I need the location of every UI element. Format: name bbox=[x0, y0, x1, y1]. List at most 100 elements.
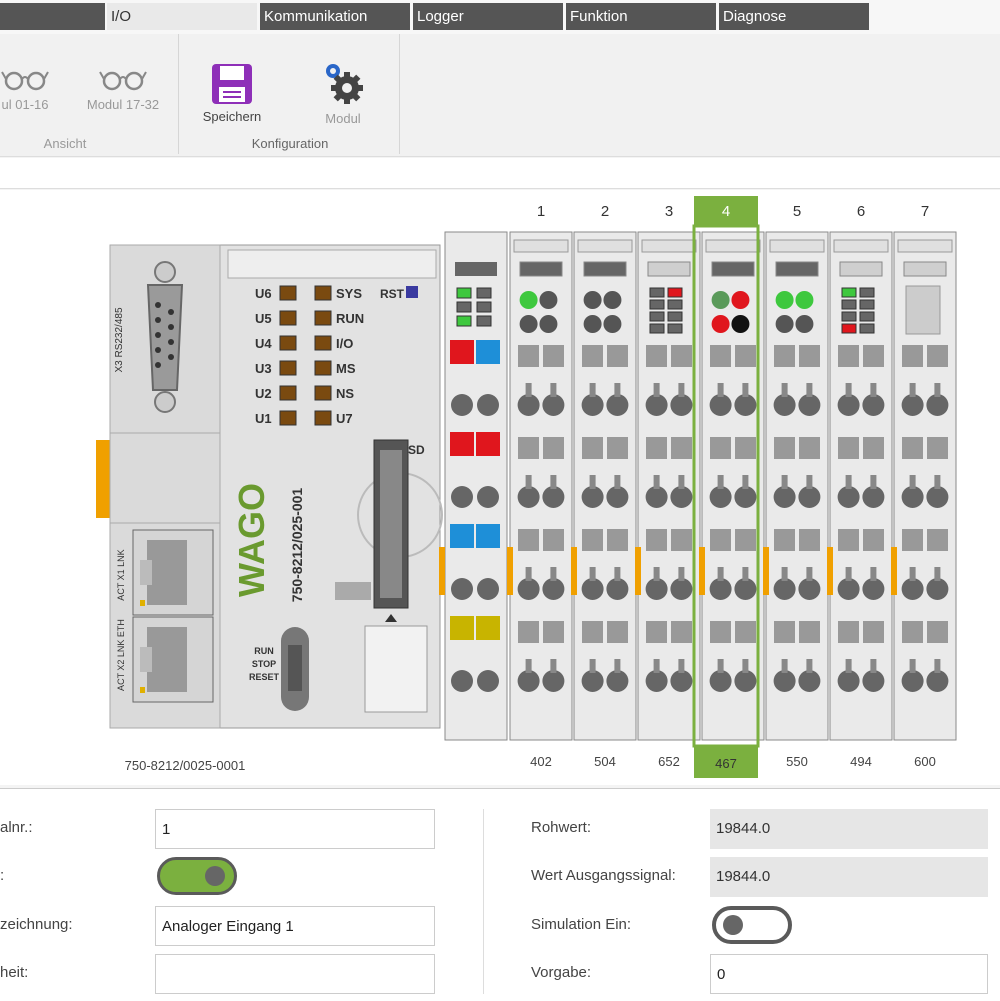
status-led bbox=[519, 291, 538, 309]
modul-17-32-button[interactable]: Modul 17-32 bbox=[78, 64, 168, 112]
terminal-lever bbox=[646, 529, 667, 551]
terminal-slot bbox=[589, 567, 596, 581]
terminal-lever bbox=[710, 621, 731, 643]
simulation-toggle[interactable] bbox=[712, 906, 792, 944]
io-module-6[interactable]: 6 494 bbox=[827, 203, 893, 769]
tab-io[interactable]: I/O bbox=[107, 3, 257, 30]
tab-funktion[interactable]: Funktion bbox=[566, 3, 716, 30]
terminal-slot bbox=[550, 567, 557, 581]
io-module-4[interactable]: 4 467 bbox=[699, 203, 765, 769]
terminal-lever bbox=[902, 437, 923, 459]
terminal-slot bbox=[781, 475, 788, 489]
module-latch bbox=[891, 547, 897, 595]
led-label: MS bbox=[336, 361, 356, 376]
terminal-slot bbox=[934, 659, 941, 673]
bezeichnung-input[interactable] bbox=[155, 906, 435, 946]
terminal-screw bbox=[798, 578, 821, 600]
tab-kommunikation[interactable]: Kommunikation bbox=[260, 3, 410, 30]
speichern-button[interactable]: Speichern bbox=[192, 62, 272, 124]
module-latch bbox=[571, 547, 577, 595]
terminal-screw bbox=[645, 578, 668, 600]
module-number: 3 bbox=[665, 203, 673, 220]
terminal-slot bbox=[525, 383, 532, 397]
module-label-slot bbox=[455, 262, 497, 276]
terminal-slot bbox=[678, 659, 685, 673]
io-module-3[interactable]: 3 652 bbox=[635, 203, 701, 769]
terminal-screw bbox=[837, 394, 860, 416]
terminal-lever bbox=[518, 621, 539, 643]
ausgang-value: 19844.0 bbox=[710, 857, 988, 897]
terminal-slot bbox=[781, 567, 788, 581]
einheit-input[interactable] bbox=[155, 954, 435, 994]
ribbon-divider bbox=[399, 34, 400, 154]
io-module-5[interactable]: 5 550 bbox=[763, 203, 829, 769]
aktiv-toggle[interactable] bbox=[157, 857, 237, 895]
terminal-screw bbox=[451, 486, 473, 508]
module-code: 652 bbox=[658, 754, 680, 769]
terminal-slot bbox=[806, 475, 813, 489]
modul-01-16-button[interactable]: ul 01-16 bbox=[0, 64, 60, 112]
status-led bbox=[539, 315, 558, 333]
terminal-slot bbox=[653, 659, 660, 673]
terminal-screw bbox=[670, 670, 693, 692]
terminal-slot bbox=[806, 659, 813, 673]
module-top-clip bbox=[705, 239, 761, 253]
bezeichnung-label: zeichnung: bbox=[0, 916, 73, 933]
gear-icon bbox=[326, 64, 363, 104]
terminal-lever bbox=[863, 529, 884, 551]
rst-button[interactable] bbox=[406, 286, 418, 298]
terminal-screw bbox=[734, 486, 757, 508]
terminal-slot bbox=[806, 567, 813, 581]
terminal-screw bbox=[606, 578, 629, 600]
terminal-lever bbox=[671, 437, 692, 459]
terminal-slot bbox=[717, 567, 724, 581]
terminal-slot bbox=[653, 567, 660, 581]
terminal-screw bbox=[798, 670, 821, 692]
terminal-lever bbox=[710, 437, 731, 459]
terminal-lever bbox=[671, 345, 692, 367]
terminal-slot bbox=[525, 659, 532, 673]
led-label: SYS bbox=[336, 286, 362, 301]
module-top-clip bbox=[897, 239, 953, 253]
vorgabe-input[interactable] bbox=[710, 954, 988, 994]
terminal-slot bbox=[742, 475, 749, 489]
glasses-icon bbox=[99, 71, 147, 91]
terminal-slot bbox=[845, 475, 852, 489]
terminal-lever bbox=[607, 437, 628, 459]
terminal-screw bbox=[926, 578, 949, 600]
modul-button[interactable]: Modul bbox=[303, 60, 383, 126]
tab-diagnose[interactable]: Diagnose bbox=[719, 3, 869, 30]
led bbox=[314, 335, 332, 351]
rst-label: RST bbox=[380, 287, 405, 301]
status-led bbox=[795, 315, 814, 333]
io-module-2[interactable]: 2 504 bbox=[571, 203, 637, 769]
io-module-1[interactable]: 1 402 bbox=[507, 203, 573, 769]
terminal-lever bbox=[646, 437, 667, 459]
terminal-screw bbox=[734, 394, 757, 416]
channel-led bbox=[649, 323, 665, 334]
tab-blank[interactable] bbox=[0, 3, 105, 30]
terminal-slot bbox=[909, 475, 916, 489]
terminal-screw bbox=[709, 394, 732, 416]
status-led bbox=[603, 315, 622, 333]
terminal-slot bbox=[870, 567, 877, 581]
tab-logger[interactable]: Logger bbox=[413, 3, 563, 30]
kanal-input[interactable] bbox=[155, 809, 435, 849]
supply-module[interactable] bbox=[439, 231, 508, 741]
channel-led bbox=[841, 323, 857, 334]
led-label: U2 bbox=[255, 386, 272, 401]
channel-led bbox=[667, 323, 683, 334]
led bbox=[314, 385, 332, 401]
io-module-7[interactable]: 7 600 bbox=[891, 203, 957, 769]
terminal-slot bbox=[653, 383, 660, 397]
terminal-slot bbox=[550, 383, 557, 397]
serial-port-label: X3 RS232/485 bbox=[114, 307, 125, 372]
terminal-lever bbox=[607, 529, 628, 551]
potential-marker bbox=[476, 616, 500, 640]
module-body bbox=[573, 231, 637, 741]
terminal-lever bbox=[607, 345, 628, 367]
wago-logo: WAGO bbox=[231, 483, 272, 597]
terminal-lever bbox=[518, 345, 539, 367]
terminal-lever bbox=[863, 621, 884, 643]
terminal-screw bbox=[542, 486, 565, 508]
